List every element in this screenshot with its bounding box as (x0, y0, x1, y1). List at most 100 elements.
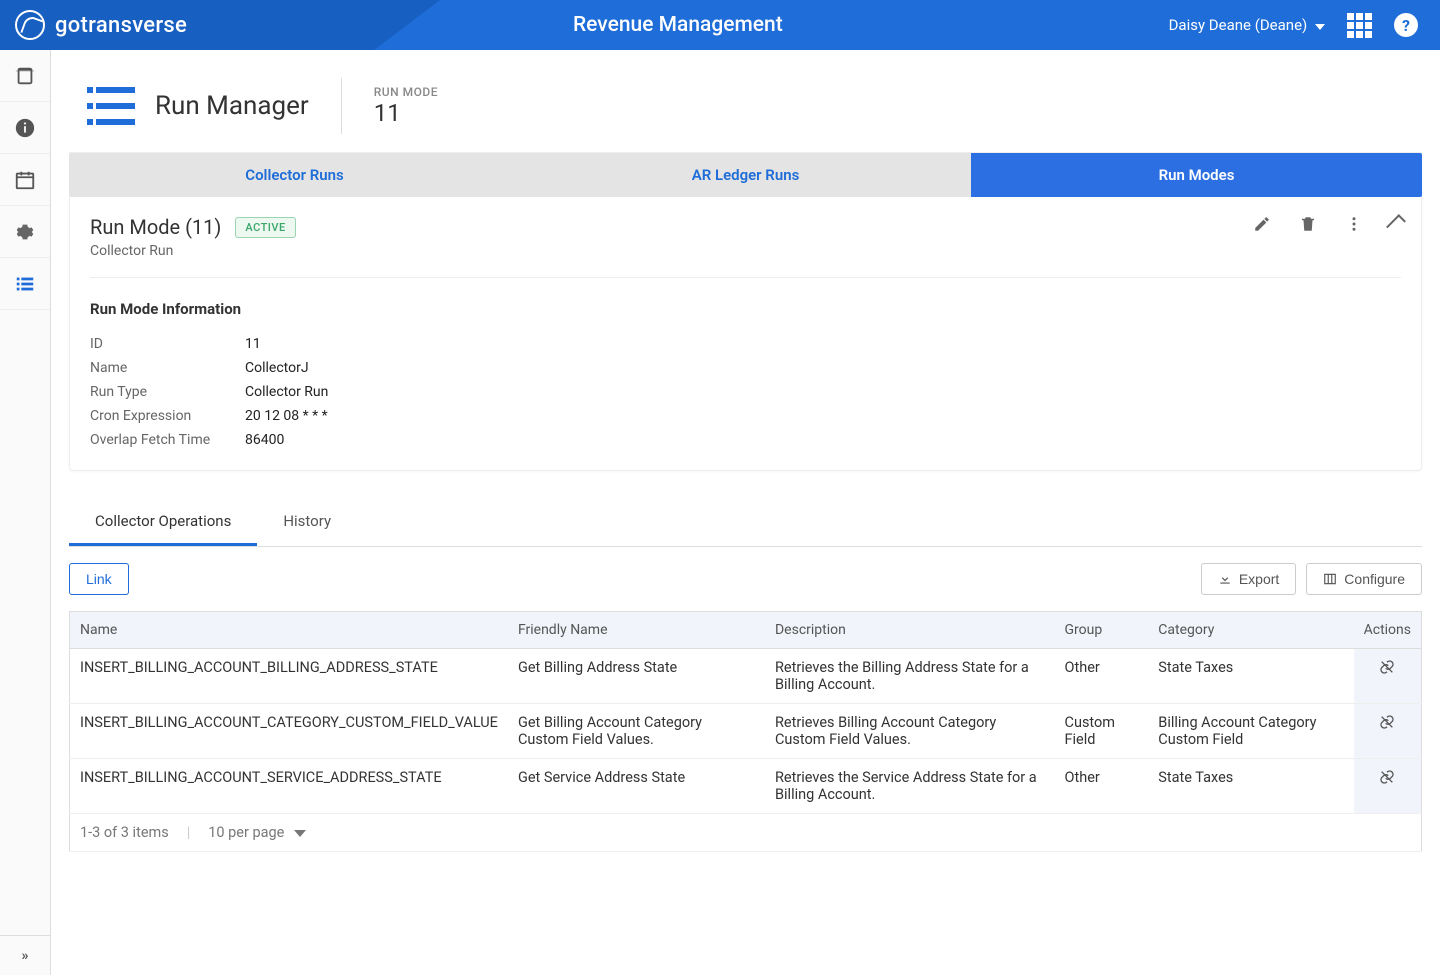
primary-tabs: Collector Runs AR Ledger Runs Run Modes (69, 153, 1422, 197)
cell-category: State Taxes (1148, 649, 1353, 704)
divider (341, 78, 342, 134)
configure-label: Configure (1344, 571, 1405, 587)
configure-button[interactable]: Configure (1306, 563, 1422, 595)
per-page-selector[interactable]: 10 per page (208, 824, 306, 841)
col-group[interactable]: Group (1055, 612, 1149, 649)
col-actions: Actions (1354, 612, 1422, 649)
user-menu[interactable]: Daisy Deane (Deane) (1169, 16, 1325, 34)
tab-collector-runs[interactable]: Collector Runs (69, 153, 520, 197)
sub-tabs: Collector Operations History (69, 499, 1422, 547)
info-label: Overlap Fetch Time (90, 432, 245, 448)
info-value: 86400 (245, 432, 284, 448)
col-category[interactable]: Category (1148, 612, 1353, 649)
status-badge: ACTIVE (235, 217, 295, 238)
info-value: 11 (245, 336, 261, 352)
cell-category: Billing Account Category Custom Field (1148, 704, 1353, 759)
subtab-collector-operations[interactable]: Collector Operations (69, 499, 257, 546)
info-row: NameCollectorJ (90, 356, 1401, 380)
tab-ar-ledger-runs[interactable]: AR Ledger Runs (520, 153, 971, 197)
subtab-history[interactable]: History (257, 499, 357, 546)
cell-group: Other (1055, 759, 1149, 814)
col-name[interactable]: Name (70, 612, 508, 649)
panel-title-row: Run Mode (11) ACTIVE (90, 215, 296, 239)
main-content: Run Manager RUN MODE 11 Collector Runs A… (51, 50, 1440, 975)
info-row: Cron Expression20 12 08 * * * (90, 404, 1401, 428)
panel-subtitle: Collector Run (90, 243, 296, 259)
info-section: Run Mode Information ID11NameCollectorJR… (90, 278, 1401, 452)
unlink-icon[interactable] (1379, 769, 1395, 785)
brand-logo[interactable]: gotransverse (0, 10, 187, 40)
cell-desc: Retrieves the Billing Address State for … (765, 649, 1055, 704)
collapse-icon[interactable] (1386, 214, 1406, 234)
export-label: Export (1239, 571, 1279, 587)
panel-header: Run Mode (11) ACTIVE Collector Run (90, 215, 1401, 278)
left-nav-rail: » (0, 50, 51, 975)
page-meta-label: RUN MODE (374, 85, 438, 99)
more-icon[interactable] (1345, 215, 1363, 233)
info-rows: ID11NameCollectorJRun TypeCollector RunC… (90, 332, 1401, 452)
apps-grid-icon[interactable] (1347, 13, 1372, 38)
pager-summary: 1-3 of 3 items (80, 824, 169, 841)
info-label: Run Type (90, 384, 245, 400)
col-friendly[interactable]: Friendly Name (508, 612, 765, 649)
nav-run-manager-icon[interactable] (0, 258, 50, 310)
info-row: Run TypeCollector Run (90, 380, 1401, 404)
info-value: CollectorJ (245, 360, 309, 376)
info-label: ID (90, 336, 245, 352)
app-header: gotransverse Revenue Management Daisy De… (0, 0, 1440, 50)
panel-title: Run Mode (11) (90, 215, 221, 239)
cell-name: INSERT_BILLING_ACCOUNT_SERVICE_ADDRESS_S… (70, 759, 508, 814)
cell-group: Custom Field (1055, 704, 1149, 759)
user-name: Daisy Deane (Deane) (1169, 16, 1308, 34)
cell-friendly: Get Billing Account Category Custom Fiel… (508, 704, 765, 759)
table-row: INSERT_BILLING_ACCOUNT_SERVICE_ADDRESS_S… (70, 759, 1422, 814)
brand-text: gotransverse (55, 13, 187, 38)
nav-info-icon[interactable] (0, 102, 50, 154)
help-icon[interactable]: ? (1394, 13, 1418, 37)
nav-calendar-icon[interactable] (0, 154, 50, 206)
columns-icon (1323, 572, 1337, 586)
cell-category: State Taxes (1148, 759, 1353, 814)
info-value: 20 12 08 * * * (245, 408, 328, 424)
run-manager-icon (87, 87, 135, 125)
edit-icon[interactable] (1253, 215, 1271, 233)
info-section-title: Run Mode Information (90, 300, 1401, 318)
layout: » Run Manager RUN MODE 11 Collector Runs… (0, 50, 1440, 975)
cell-name: INSERT_BILLING_ACCOUNT_BILLING_ADDRESS_S… (70, 649, 508, 704)
table-toolbar: Link Export Configure (69, 547, 1422, 611)
export-button[interactable]: Export (1201, 563, 1296, 595)
cell-name: INSERT_BILLING_ACCOUNT_CATEGORY_CUSTOM_F… (70, 704, 508, 759)
header-right: Daisy Deane (Deane) ? (1169, 13, 1440, 38)
caret-down-icon (1315, 24, 1325, 30)
table-pager: 1-3 of 3 items | 10 per page (80, 824, 1411, 841)
table-row: INSERT_BILLING_ACCOUNT_CATEGORY_CUSTOM_F… (70, 704, 1422, 759)
cell-friendly: Get Service Address State (508, 759, 765, 814)
link-button[interactable]: Link (69, 563, 129, 595)
run-mode-panel: Run Mode (11) ACTIVE Collector Run Run M… (69, 197, 1422, 471)
cell-desc: Retrieves Billing Account Category Custo… (765, 704, 1055, 759)
nav-expand-toggle[interactable]: » (0, 935, 50, 975)
page-meta-value: 11 (374, 99, 438, 127)
delete-icon[interactable] (1299, 215, 1317, 233)
info-row: Overlap Fetch Time86400 (90, 428, 1401, 452)
info-label: Cron Expression (90, 408, 245, 424)
unlink-icon[interactable] (1379, 659, 1395, 675)
info-label: Name (90, 360, 245, 376)
page-title: Run Manager (155, 91, 309, 121)
info-value: Collector Run (245, 384, 328, 400)
cell-group: Other (1055, 649, 1149, 704)
logo-mark-icon (15, 10, 45, 40)
nav-settings-icon[interactable] (0, 206, 50, 258)
cell-actions (1354, 759, 1422, 814)
unlink-icon[interactable] (1379, 714, 1395, 730)
panel-actions (1253, 215, 1401, 233)
cell-friendly: Get Billing Address State (508, 649, 765, 704)
tab-run-modes[interactable]: Run Modes (971, 153, 1422, 197)
download-icon (1218, 572, 1232, 586)
col-description[interactable]: Description (765, 612, 1055, 649)
caret-down-icon (294, 830, 306, 837)
cell-actions (1354, 649, 1422, 704)
cell-actions (1354, 704, 1422, 759)
nav-ledger-icon[interactable] (0, 50, 50, 102)
page-header: Run Manager RUN MODE 11 (69, 68, 1422, 153)
